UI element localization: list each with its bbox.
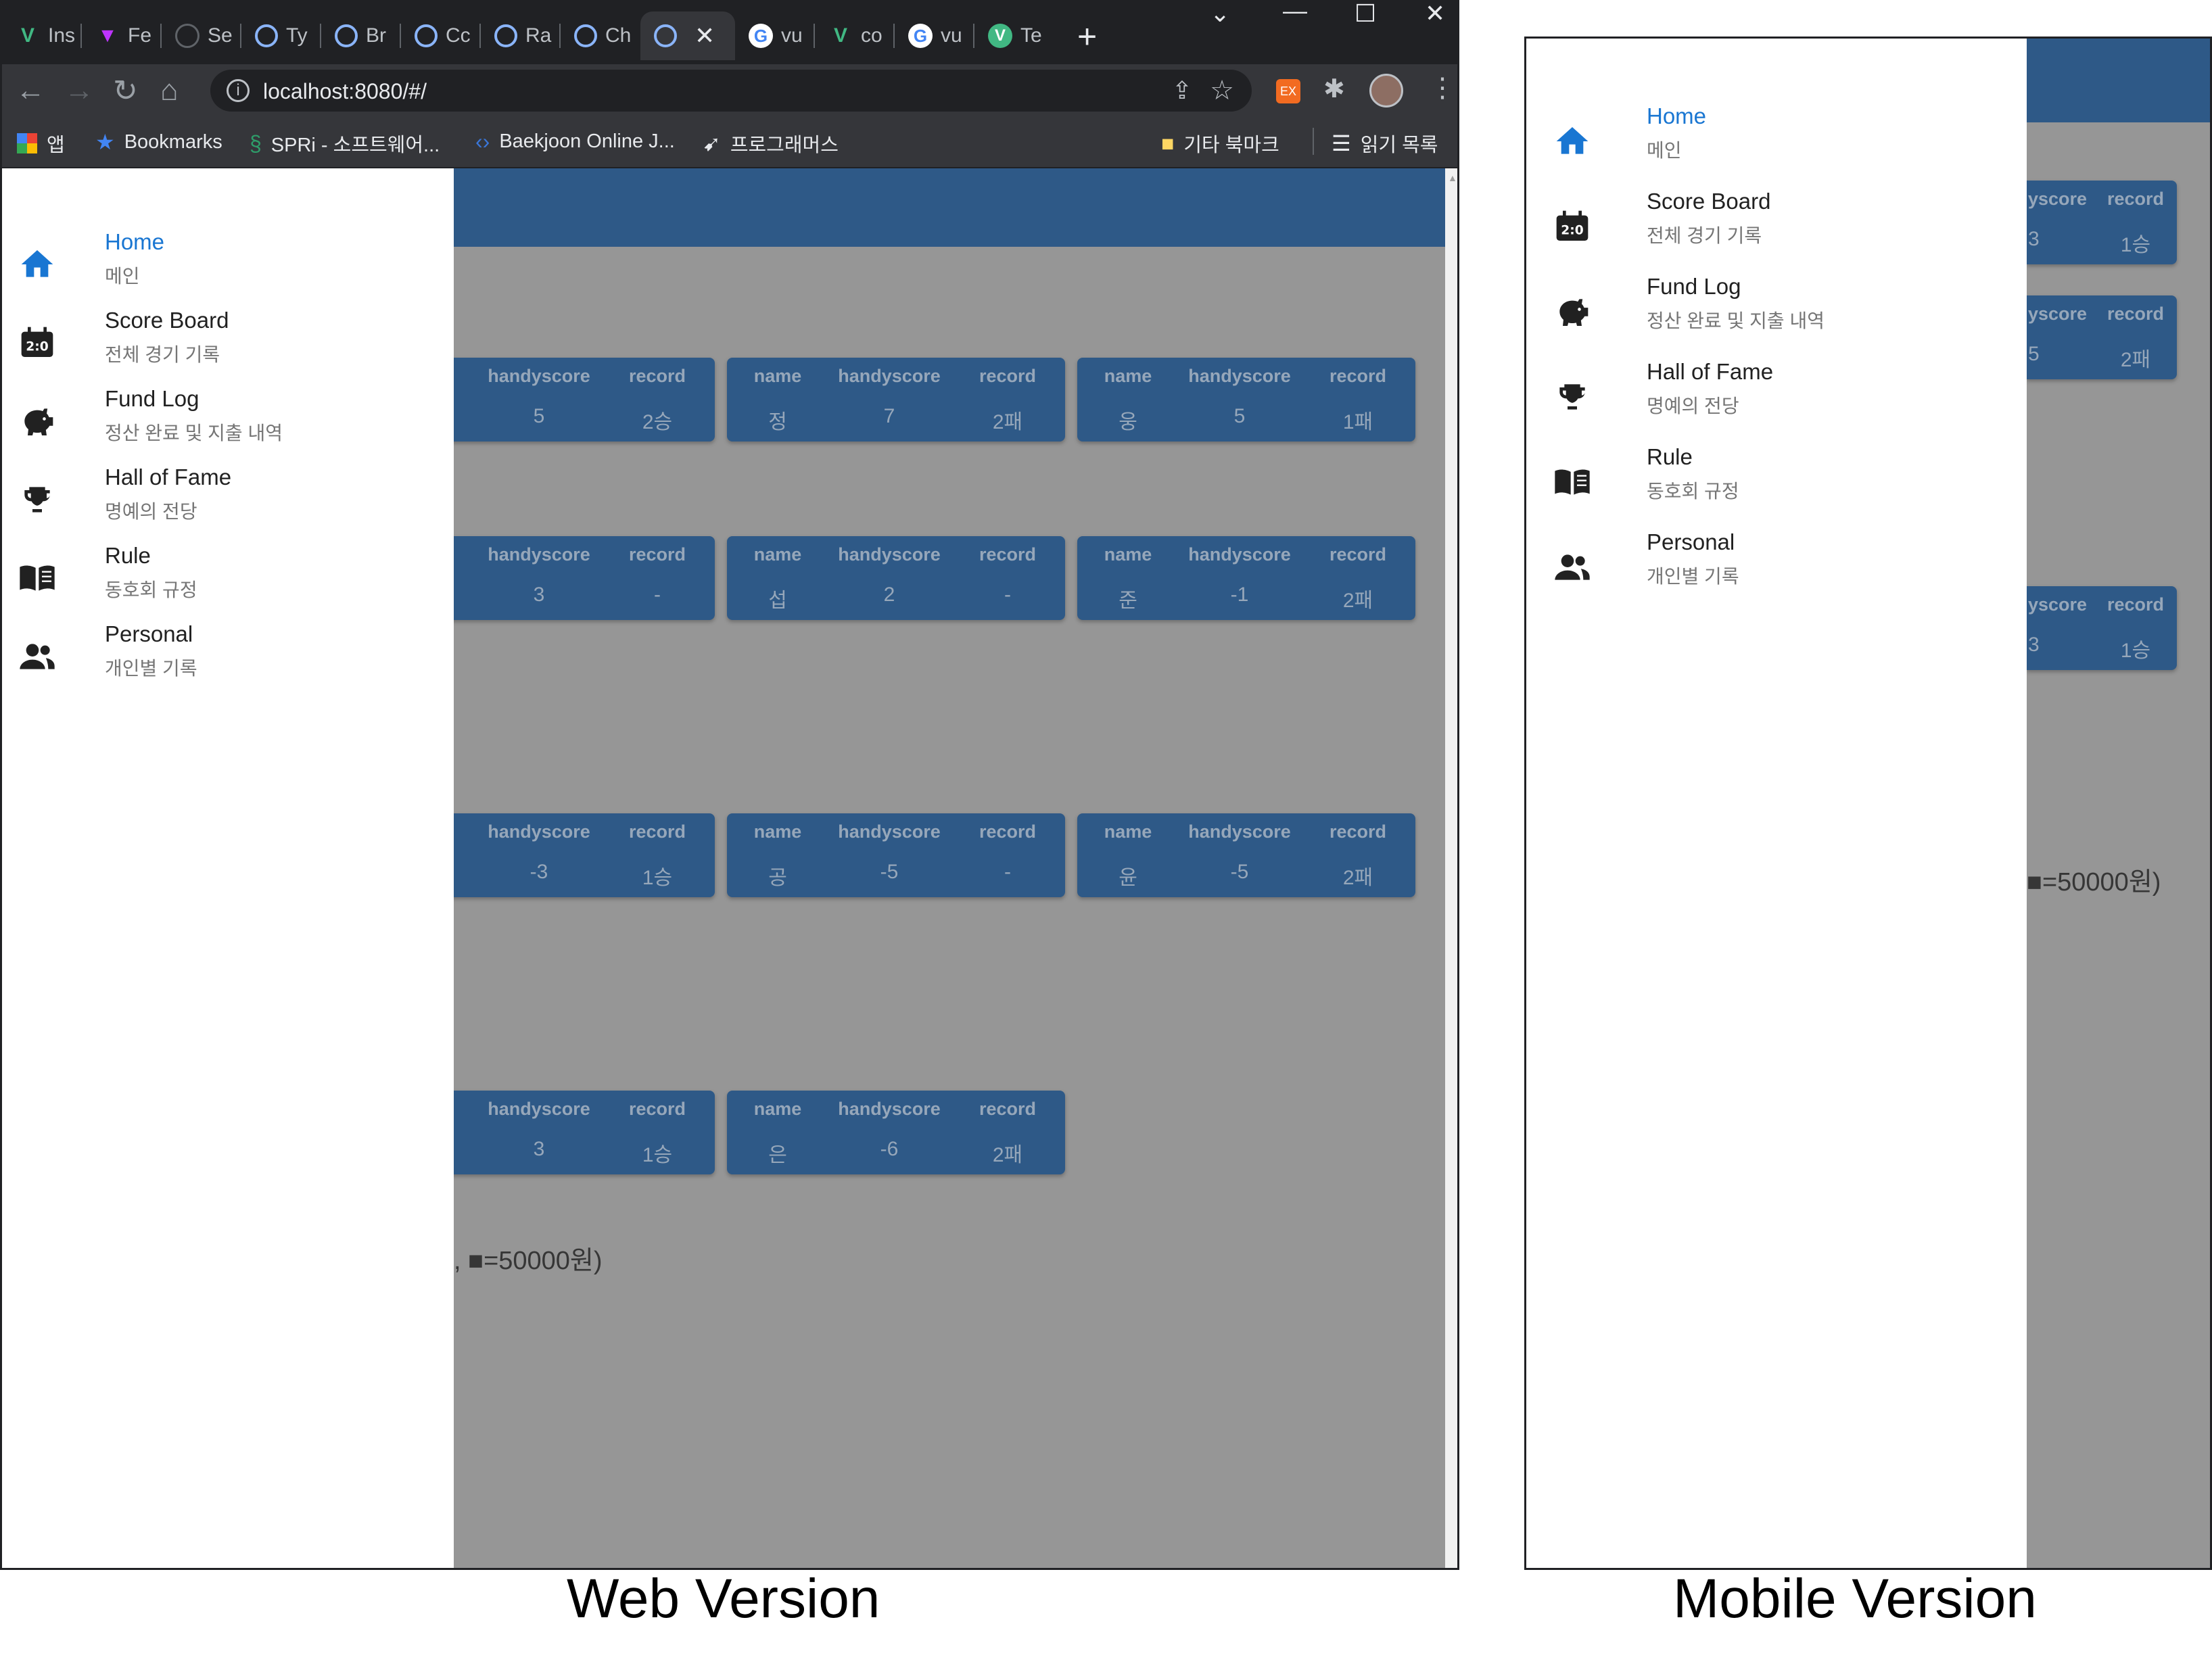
browser-tab[interactable]: Ra <box>481 11 561 60</box>
piggy-bank-icon <box>24 408 53 435</box>
page-scrollbar[interactable]: ▲ <box>1445 168 1457 1568</box>
bookmark-spri[interactable]: § SPRi - 소프트웨어... <box>250 129 440 158</box>
site-info-icon[interactable]: i <box>227 79 250 102</box>
trophy-icon <box>24 487 50 512</box>
forward-button[interactable]: → <box>64 74 94 108</box>
nav-item-score-board[interactable]: 2:0 Score Board 전체 경기 기록 <box>1526 189 2027 256</box>
reading-list-icon: ☰ <box>1332 131 1351 156</box>
mobile-version-screenshot: yscore record 3 1승 yscore record 5 2패 yscore… <box>1524 37 2212 1570</box>
people-icon <box>1555 554 1590 580</box>
minimize-button[interactable]: — <box>1283 2 1307 25</box>
people-icon <box>20 644 55 669</box>
book-icon <box>20 565 55 591</box>
scoreboard-icon: 2:0 <box>1556 210 1589 241</box>
bookmark-apps[interactable]: 앱 <box>17 129 65 158</box>
bookmark-star-icon[interactable]: ☆ <box>1210 75 1234 106</box>
browser-tab[interactable]: Gvu <box>735 11 815 60</box>
bookmark-baekjoon[interactable]: ‹› Baekjoon Online J... <box>475 129 675 154</box>
google-icon: G <box>908 24 933 48</box>
nav-item-fund-log[interactable]: Fund Log 정산 완료 및 지출 내역 <box>1526 274 2027 341</box>
browser-tab-bar: V Ins ▼ Fe Se Ty Br Cc Ra Ch ✕ Gvu Vco Gvu… <box>2 2 1457 64</box>
spri-logo-icon: § <box>250 130 262 156</box>
nav-item-hall-of-fame[interactable]: Hall of Fame 명예의 전당 <box>1526 359 2027 427</box>
extensions-puzzle-icon[interactable]: ✱ <box>1323 74 1345 104</box>
piggy-bank-icon <box>1559 299 1589 326</box>
browser-tab[interactable]: Vco <box>815 11 895 60</box>
scoreboard-icon: 2:0 <box>21 327 53 357</box>
nav-item-hall-of-fame[interactable]: Hall of Fame 명예의 전당 <box>2 464 454 532</box>
sync-icon <box>494 24 517 47</box>
browser-tab[interactable]: ▼ Fe <box>82 11 162 60</box>
tab-search-icon[interactable]: ⌄ <box>1210 2 1230 28</box>
back-button[interactable]: ← <box>16 74 45 108</box>
programmers-icon: ➹ <box>703 131 721 156</box>
sync-icon <box>415 24 438 47</box>
nav-item-personal[interactable]: Personal 개인별 기록 <box>2 621 454 689</box>
browser-tab[interactable]: Gvu <box>895 11 974 60</box>
nav-item-rule[interactable]: Rule 동호회 규정 <box>1526 444 2027 512</box>
vue-icon: V <box>833 24 847 47</box>
browser-tab[interactable]: Cc <box>401 11 481 60</box>
browser-tab[interactable]: Ch <box>561 11 640 60</box>
browser-tab-active[interactable]: ✕ <box>640 11 735 60</box>
book-icon <box>1555 469 1590 495</box>
sync-icon <box>654 24 677 47</box>
nav-item-fund-log[interactable]: Fund Log 정산 완료 및 지출 내역 <box>2 386 454 454</box>
page-viewport: handyscore record 5 2승 name handyscore recor… <box>2 168 1457 1568</box>
browser-tab[interactable]: Se <box>162 11 241 60</box>
svg-text:2:0: 2:0 <box>26 340 48 354</box>
nav-item-home[interactable]: Home 메인 <box>2 229 454 297</box>
browser-tab[interactable]: Ty <box>241 11 321 60</box>
mobile-version-caption: Mobile Version <box>1673 1568 2037 1629</box>
browser-tab[interactable]: V Ins <box>2 11 82 60</box>
maximize-button[interactable]: ☐ <box>1355 2 1376 28</box>
navigation-drawer: Home 메인 2:0 Score Board 전체 경기 기록 Fund Lo… <box>1526 39 2027 1568</box>
web-version-caption: Web Version <box>567 1568 880 1629</box>
code-icon: ‹› <box>475 129 490 153</box>
vite-icon: ▼ <box>97 24 118 47</box>
trophy-icon <box>1559 384 1585 410</box>
home-icon <box>21 250 53 277</box>
folder-icon: ■ <box>1161 130 1175 156</box>
profile-avatar[interactable] <box>1369 74 1403 108</box>
close-window-button[interactable]: ✕ <box>1425 2 1445 28</box>
share-icon[interactable]: ⇪ <box>1172 76 1192 105</box>
url-text: localhost:8080/#/ <box>263 79 427 103</box>
nav-item-score-board[interactable]: 2:0 Score Board 전체 경기 기록 <box>2 308 454 375</box>
bookmark-other[interactable]: ■ 기타 북마크 <box>1161 129 1279 158</box>
nav-item-personal[interactable]: Personal 개인별 기록 <box>1526 529 2027 597</box>
reload-button[interactable]: ↻ <box>113 74 138 108</box>
google-icon: G <box>749 24 773 48</box>
vuetify-icon: V <box>988 24 1012 48</box>
browser-toolbar: ← → ↻ ⌂ i localhost:8080/#/ ⇪ ☆ EX ✱ ⋮ <box>2 64 1457 117</box>
nav-item-home[interactable]: Home 메인 <box>1526 103 2027 171</box>
github-icon <box>175 24 199 48</box>
apps-grid-icon <box>17 133 37 153</box>
browser-tab[interactable]: V Te <box>974 11 1054 60</box>
svg-text:2:0: 2:0 <box>1561 224 1583 238</box>
web-version-screenshot: V Ins ▼ Fe Se Ty Br Cc Ra Ch ✕ Gvu Vco Gvu… <box>0 0 1459 1570</box>
sync-icon <box>255 24 278 47</box>
browser-menu-icon[interactable]: ⋮ <box>1429 72 1456 103</box>
browser-tab[interactable]: Br <box>321 11 401 60</box>
bookmark-reading-list[interactable]: ☰ 읽기 목록 <box>1332 129 1438 158</box>
nav-item-rule[interactable]: Rule 동호회 규정 <box>2 543 454 611</box>
star-icon: ★ <box>95 130 115 154</box>
home-button[interactable]: ⌂ <box>160 74 179 108</box>
scroll-up-icon[interactable]: ▲ <box>1448 172 1457 183</box>
close-tab-icon[interactable]: ✕ <box>695 22 715 50</box>
home-icon <box>1556 127 1589 154</box>
bookmarks-bar: 앱 ★ Bookmarks § SPRi - 소프트웨어... ‹› Baekjoon… <box>2 117 1457 168</box>
extension-icon[interactable]: EX <box>1276 79 1300 103</box>
vue-icon: V <box>20 24 34 47</box>
new-tab-button[interactable]: + <box>1077 17 1097 56</box>
bookmark-bookmarks[interactable]: ★ Bookmarks <box>95 129 222 155</box>
address-bar[interactable]: i localhost:8080/#/ ⇪ ☆ <box>210 70 1252 112</box>
sync-icon <box>574 24 597 47</box>
sync-icon <box>335 24 358 47</box>
navigation-drawer: Home 메인 2:0 Score Board 전체 경기 기록 Fund Lo… <box>2 168 454 1568</box>
bookmark-programmers[interactable]: ➹ 프로그래머스 <box>703 129 839 158</box>
